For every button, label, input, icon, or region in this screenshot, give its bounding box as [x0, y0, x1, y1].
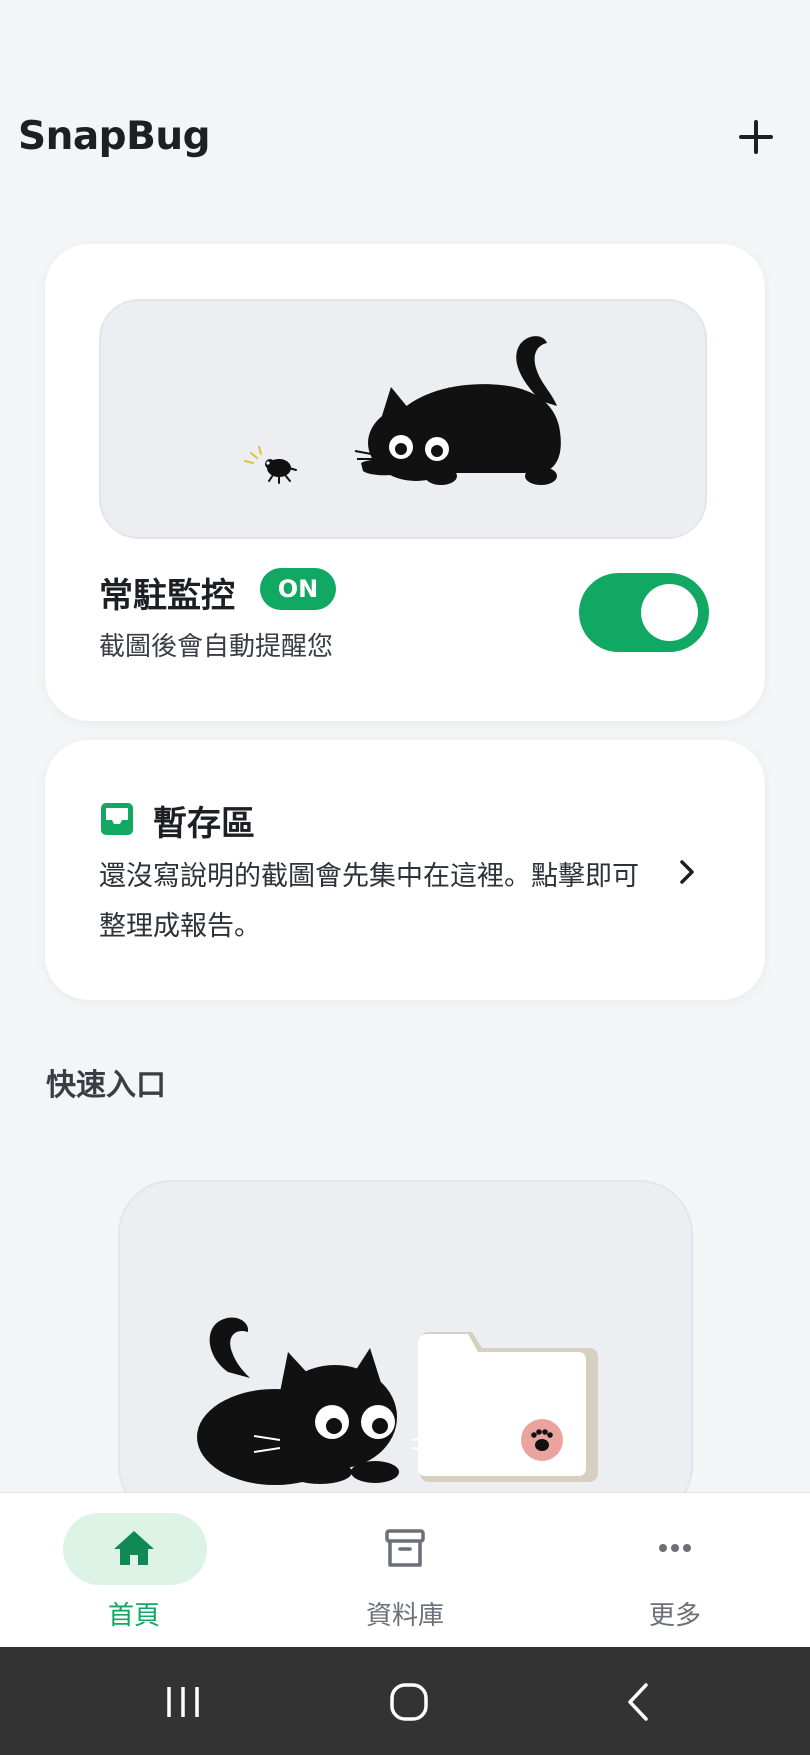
home-icon [114, 1531, 154, 1565]
nav-item-home[interactable]: 首頁 [34, 1493, 234, 1648]
nav-label-more: 更多 [648, 1601, 701, 1631]
nav-label-home: 首頁 [107, 1601, 160, 1631]
monitor-toggle[interactable] [579, 573, 709, 652]
cat-illustration [197, 1317, 439, 1485]
more-dots-icon [659, 1544, 691, 1552]
back-button[interactable] [608, 1677, 668, 1727]
nav-label-library: 資料庫 [365, 1601, 444, 1631]
nav-item-library[interactable]: 資料庫 [305, 1493, 505, 1648]
inbox-icon [101, 803, 133, 835]
status-badge: ON [260, 568, 336, 610]
add-button[interactable] [736, 112, 776, 160]
monitor-subtitle: 截圖後會自動提醒您 [99, 632, 334, 662]
home-circle-icon [390, 1683, 428, 1721]
archive-box-icon [385, 1529, 425, 1567]
quick-access-title: 快速入口 [46, 1068, 166, 1103]
recents-icon [167, 1687, 199, 1717]
cat-hunting-bug-illustration [99, 299, 707, 539]
stash-title: 暫存區 [153, 804, 255, 844]
plus-icon [739, 120, 773, 154]
stash-card[interactable]: 暫存區 還沒寫說明的截圖會先集中在這裡。點擊即可整理成報告。 [45, 740, 765, 1000]
cat-illustration [354, 336, 561, 485]
bug-icon [244, 446, 297, 484]
monitor-card: 常駐監控 ON 截圖後會自動提醒您 [45, 244, 765, 721]
toggle-knob [641, 584, 698, 641]
system-home-button[interactable] [379, 1677, 439, 1727]
app-title: SnapBug [18, 114, 211, 159]
quick-access-illustration[interactable] [118, 1180, 693, 1520]
stash-description: 還沒寫說明的截圖會先集中在這裡。點擊即可整理成報告。 [99, 861, 639, 942]
bottom-nav: 首頁 資料庫 更多 [0, 1492, 810, 1648]
system-nav-bar [0, 1647, 810, 1755]
folder-illustration [418, 1332, 598, 1482]
chevron-right-icon [680, 860, 694, 884]
recents-button[interactable] [153, 1677, 213, 1727]
nav-item-more[interactable]: 更多 [575, 1493, 775, 1648]
back-icon [628, 1683, 648, 1721]
monitor-title: 常駐監控 [99, 576, 235, 616]
